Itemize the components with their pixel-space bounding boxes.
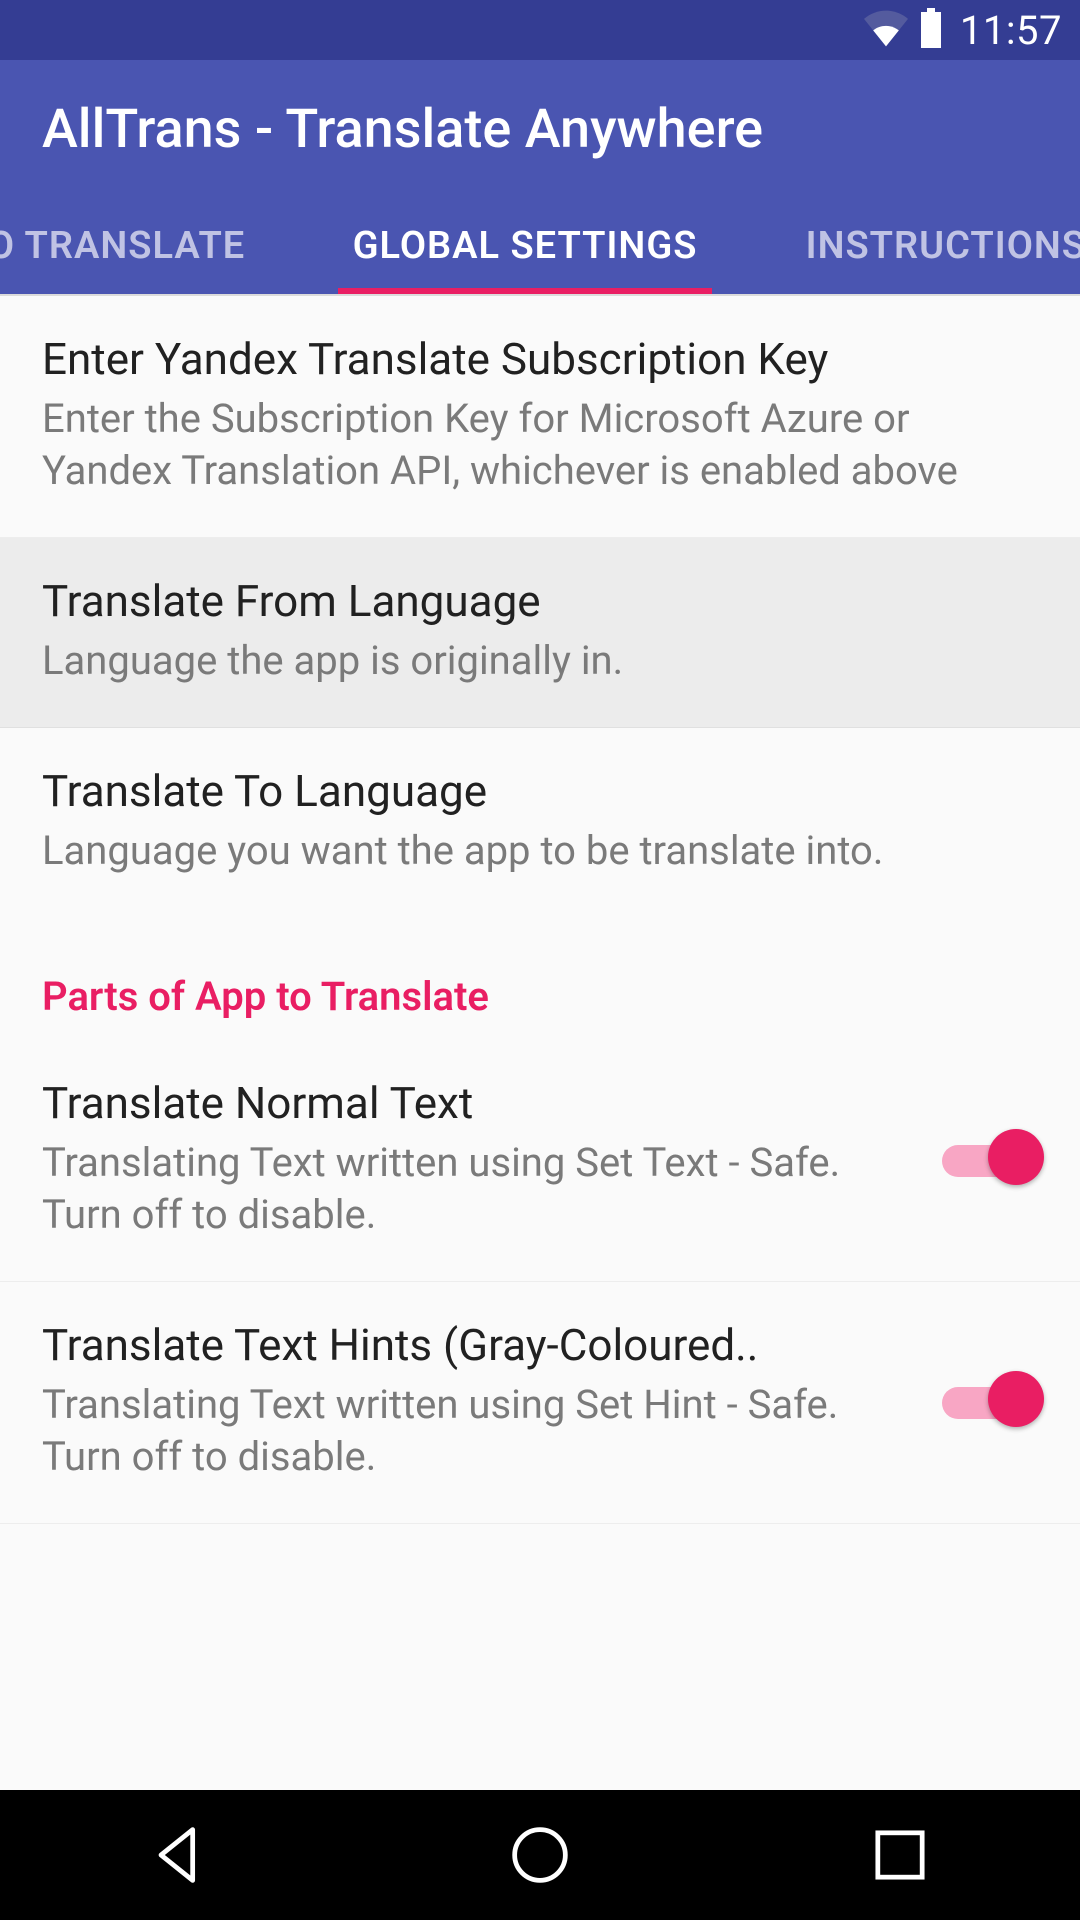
setting-title: Translate Normal Text	[42, 1076, 918, 1131]
section-header-parts: Parts of App to Translate	[0, 917, 1080, 1040]
row-body: Translate Normal Text Translating Text w…	[42, 1076, 918, 1241]
tab-bar: TO TRANSLATE GLOBAL SETTINGS INSTRUCTION…	[0, 198, 1080, 294]
setting-translate-text-hints[interactable]: Translate Text Hints (Gray-Coloured.. Tr…	[0, 1282, 1080, 1524]
setting-subtitle: Language you want the app to be translat…	[42, 825, 1038, 877]
app-title: AllTrans - Translate Anywhere	[42, 98, 763, 161]
status-time: 11:57	[960, 7, 1062, 54]
switch-translate-normal[interactable]	[942, 1129, 1038, 1189]
row-body: Translate To Language Language you want …	[42, 764, 1038, 877]
row-body: Enter Yandex Translate Subscription Key …	[42, 332, 1038, 497]
row-body: Translate Text Hints (Gray-Coloured.. Tr…	[42, 1318, 918, 1483]
setting-yandex-key[interactable]: Enter Yandex Translate Subscription Key …	[0, 296, 1080, 538]
setting-subtitle: Translating Text written using Set Hint …	[42, 1379, 918, 1483]
tab-label: TO TRANSLATE	[0, 224, 245, 268]
app-bar: AllTrans - Translate Anywhere	[0, 60, 1080, 198]
navigation-bar	[0, 1790, 1080, 1920]
setting-title: Translate To Language	[42, 764, 1038, 819]
setting-subtitle: Enter the Subscription Key for Microsoft…	[42, 393, 1038, 497]
tab-label: GLOBAL SETTINGS	[353, 224, 698, 268]
switch-thumb	[988, 1129, 1044, 1185]
setting-translate-to[interactable]: Translate To Language Language you want …	[0, 728, 1080, 917]
nav-recent-button[interactable]	[862, 1817, 938, 1893]
row-body: Translate From Language Language the app…	[42, 574, 1038, 687]
battery-icon	[918, 8, 944, 52]
settings-list[interactable]: Enter Yandex Translate Subscription Key …	[0, 296, 1080, 1524]
tab-instructions[interactable]: INSTRUCTIONS	[712, 198, 1080, 294]
tab-global-settings[interactable]: GLOBAL SETTINGS	[338, 198, 712, 294]
nav-home-button[interactable]	[502, 1817, 578, 1893]
wifi-icon	[864, 9, 908, 51]
setting-title: Enter Yandex Translate Subscription Key	[42, 332, 1038, 387]
setting-title: Translate From Language	[42, 574, 1038, 629]
nav-back-button[interactable]	[142, 1817, 218, 1893]
setting-translate-from[interactable]: Translate From Language Language the app…	[0, 538, 1080, 728]
tab-label: INSTRUCTIONS	[806, 224, 1080, 268]
tab-to-translate[interactable]: TO TRANSLATE	[0, 198, 338, 294]
status-bar: 11:57	[0, 0, 1080, 60]
setting-subtitle: Translating Text written using Set Text …	[42, 1137, 918, 1241]
setting-subtitle: Language the app is originally in.	[42, 635, 1038, 687]
setting-translate-normal-text[interactable]: Translate Normal Text Translating Text w…	[0, 1040, 1080, 1282]
switch-thumb	[988, 1371, 1044, 1427]
setting-title: Translate Text Hints (Gray-Coloured..	[42, 1318, 918, 1373]
switch-translate-hints[interactable]	[942, 1371, 1038, 1431]
